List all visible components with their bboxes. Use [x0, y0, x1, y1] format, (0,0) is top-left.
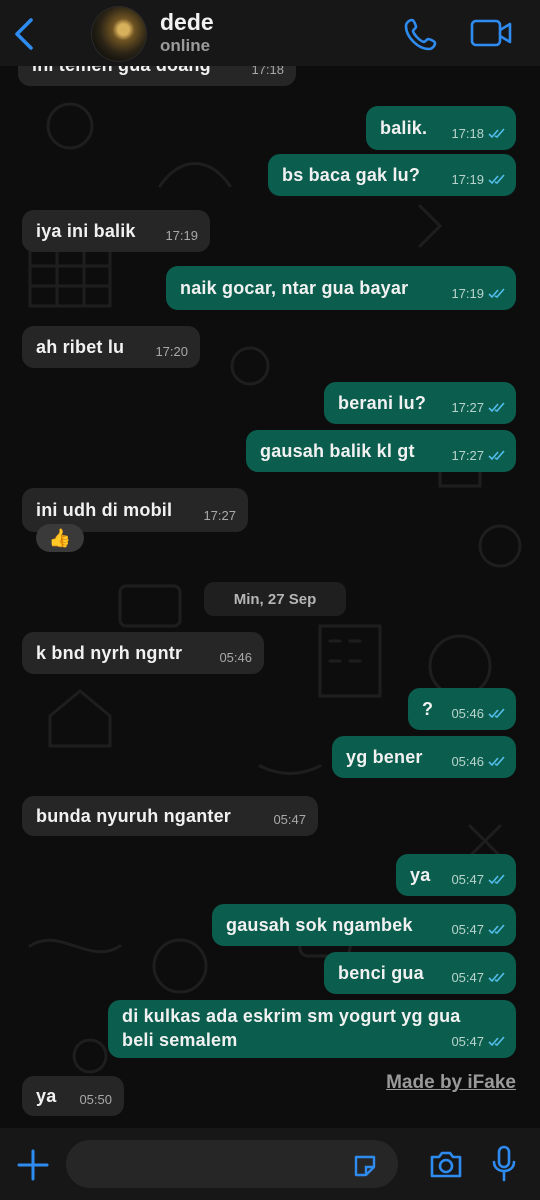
read-ticks-icon [488, 128, 505, 139]
message-text: ya [410, 864, 431, 885]
message-outgoing[interactable]: di kulkas ada eskrim sm yogurt yg gua be… [108, 1000, 516, 1058]
read-ticks-icon [488, 450, 505, 461]
read-ticks-icon [488, 402, 505, 413]
message-text: gausah balik kl gt [260, 440, 415, 461]
read-ticks-icon [488, 174, 505, 185]
contact-status: online [160, 36, 211, 55]
message-text: benci gua [338, 962, 424, 983]
contact-name[interactable]: dede [160, 9, 214, 36]
message-time: 17:19 [165, 228, 198, 243]
date-separator: Min, 27 Sep [204, 582, 346, 616]
message-time: 17:27 [203, 508, 236, 523]
avatar[interactable] [91, 6, 147, 62]
message-text: balik. [380, 117, 428, 138]
message-time: 05:47 [451, 970, 484, 985]
message-text: ini udh di mobil [36, 499, 173, 520]
message-time: 05:46 [451, 706, 484, 721]
message-time: 05:47 [273, 812, 306, 827]
reaction-thumbs-up[interactable]: 👍 [36, 524, 84, 552]
read-ticks-icon [488, 924, 505, 935]
read-ticks-icon [488, 874, 505, 885]
watermark: Made by iFake [386, 1072, 516, 1093]
read-ticks-icon [488, 756, 505, 767]
message-time: 05:46 [451, 754, 484, 769]
read-ticks-icon [488, 708, 505, 719]
message-text: bunda nyuruh nganter [36, 805, 231, 826]
read-ticks-icon [488, 288, 505, 299]
message-time: 17:27 [451, 448, 484, 463]
message-incoming[interactable]: k bnd nyrh ngntr 05:46 [22, 632, 264, 674]
message-text: berani lu? [338, 392, 427, 413]
message-outgoing[interactable]: ? 05:46 [408, 688, 516, 730]
message-text: ah ribet lu [36, 336, 125, 357]
message-time: 17:19 [451, 172, 484, 187]
message-text: ya [36, 1085, 57, 1106]
message-time: 05:50 [79, 1092, 112, 1107]
message-incoming[interactable]: bunda nyuruh nganter 05:47 [22, 796, 318, 836]
sticker-icon[interactable] [352, 1153, 378, 1179]
message-outgoing[interactable]: naik gocar, ntar gua bayar 17:19 [166, 266, 516, 310]
plus-icon[interactable] [16, 1148, 50, 1182]
message-incoming[interactable]: ah ribet lu 17:20 [22, 326, 200, 368]
message-text: k bnd nyrh ngntr [36, 642, 183, 663]
video-camera-icon[interactable] [470, 17, 512, 49]
camera-icon[interactable] [428, 1148, 464, 1180]
message-text: gausah sok ngambek [226, 914, 413, 935]
message-time: 05:47 [451, 922, 484, 937]
read-ticks-icon [488, 1036, 505, 1047]
read-ticks-icon [488, 972, 505, 983]
message-outgoing[interactable]: benci gua 05:47 [324, 952, 516, 994]
message-outgoing[interactable]: ya 05:47 [396, 854, 516, 896]
message-outgoing[interactable]: gausah balik kl gt 17:27 [246, 430, 516, 472]
message-time: 05:47 [451, 1034, 484, 1049]
message-text: ? [422, 698, 434, 719]
composer-bar [0, 1128, 540, 1200]
message-outgoing[interactable]: yg bener 05:46 [332, 736, 516, 778]
message-time: 17:20 [155, 344, 188, 359]
phone-icon[interactable] [403, 16, 439, 52]
message-outgoing[interactable]: bs baca gak lu? 17:19 [268, 154, 516, 196]
microphone-icon[interactable] [490, 1144, 518, 1184]
message-incoming[interactable]: ya 05:50 [22, 1076, 124, 1116]
message-time: 17:19 [451, 286, 484, 301]
message-text: iya ini balik [36, 220, 136, 241]
chat-header: dede online [0, 0, 540, 66]
message-input[interactable] [66, 1140, 398, 1188]
message-text: naik gocar, ntar gua bayar [180, 277, 409, 298]
message-outgoing[interactable]: gausah sok ngambek 05:47 [212, 904, 516, 946]
message-time: 17:18 [451, 126, 484, 141]
message-text-line-1: di kulkas ada eskrim sm yogurt yg gua [122, 1006, 461, 1026]
message-incoming[interactable]: iya ini balik 17:19 [22, 210, 210, 252]
message-text: bs baca gak lu? [282, 164, 421, 185]
message-time: 17:27 [451, 400, 484, 415]
message-outgoing[interactable]: balik. 17:18 [366, 106, 516, 150]
message-time: 05:46 [219, 650, 252, 665]
message-time: 05:47 [451, 872, 484, 887]
message-outgoing[interactable]: berani lu? 17:27 [324, 382, 516, 424]
message-text: yg bener [346, 746, 423, 767]
chevron-left-icon[interactable] [12, 16, 36, 52]
message-text-line-2: beli semalem [122, 1030, 238, 1050]
thumbs-up-icon: 👍 [48, 527, 72, 548]
